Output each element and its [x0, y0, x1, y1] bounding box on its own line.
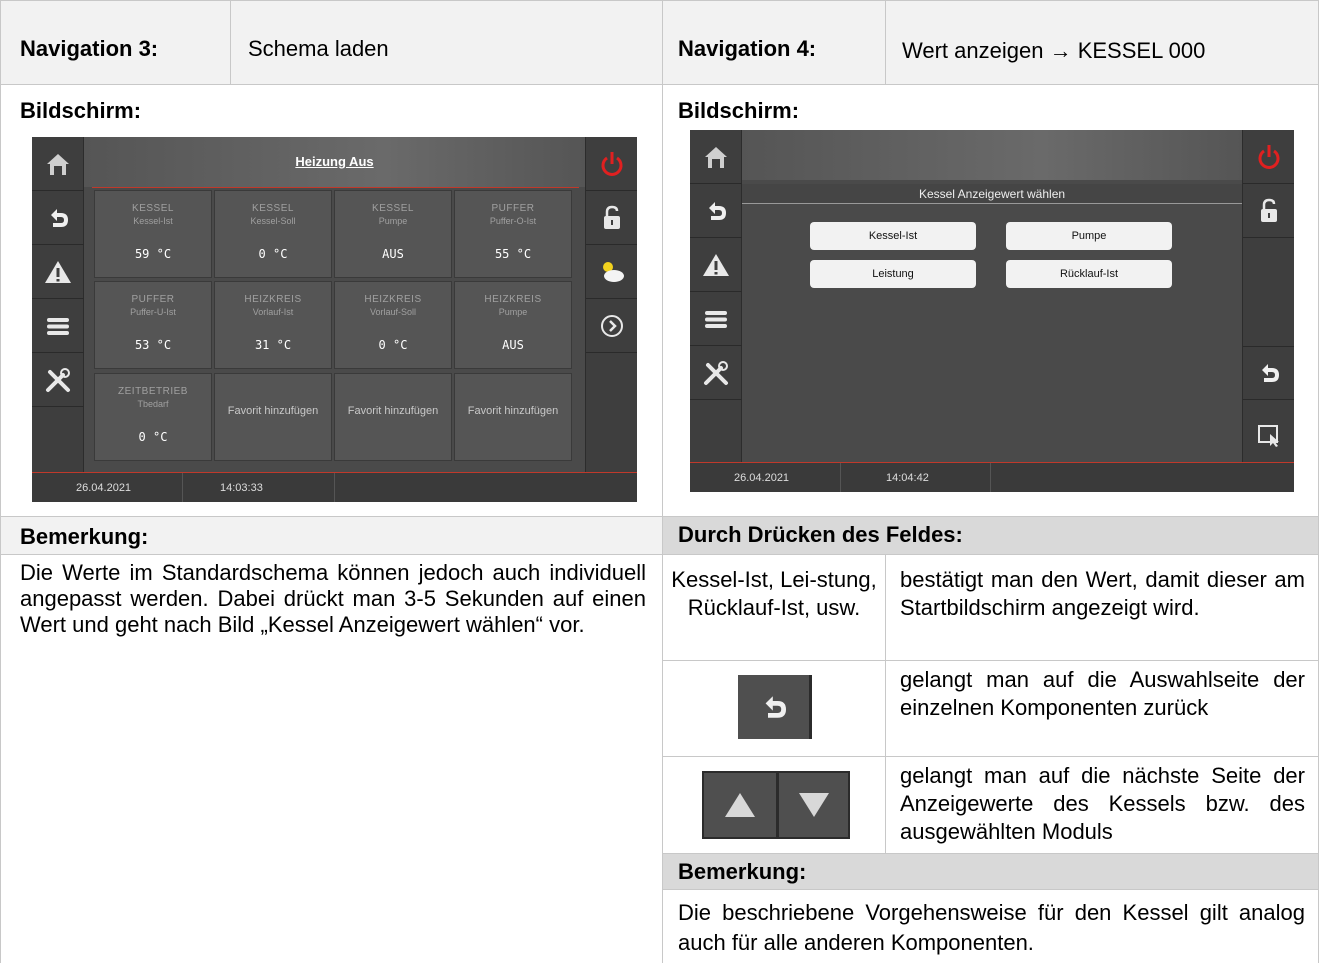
- next-circle-icon[interactable]: [586, 299, 637, 353]
- warning-icon[interactable]: [32, 245, 84, 299]
- back-icon: [765, 696, 786, 718]
- right-date: 26.04.2021: [734, 472, 790, 484]
- tile-favorit-1[interactable]: Favorit hinzufügen: [214, 373, 332, 461]
- back-button-sample: [738, 675, 812, 739]
- tile-kessel-pumpe[interactable]: KESSEL Pumpe AUS: [334, 190, 452, 278]
- choice-pumpe[interactable]: Pumpe: [1006, 222, 1172, 250]
- home-icon[interactable]: [32, 137, 84, 191]
- right-screen-label: Bildschirm:: [678, 98, 800, 123]
- row3-right: gelangt man auf die nächste Seite der An…: [900, 763, 1305, 844]
- back-icon[interactable]: [690, 184, 742, 238]
- back-icon[interactable]: [32, 191, 84, 245]
- tile-puffer-u-ist[interactable]: PUFFER Puffer-U-Ist 53 °C: [94, 281, 212, 369]
- arrow-down-icon: [799, 793, 829, 817]
- left-screen-title: Heizung Aus: [295, 154, 374, 169]
- tile-kessel-soll[interactable]: KESSEL Kessel-Soll 0 °C: [214, 190, 332, 278]
- right-title-bar: [742, 130, 1242, 180]
- left-remark-label: Bemerkung:: [20, 524, 149, 549]
- row1-right: bestätigt man den Wert, damit dieser am …: [900, 567, 1305, 620]
- row1-left: Kessel-Ist, Lei-stung, Rücklauf-Ist, usw…: [671, 567, 877, 620]
- press-label: Durch Drücken des Feldes:: [678, 522, 963, 547]
- left-time: 14:03:33: [220, 482, 263, 494]
- tile-zeitbetrieb[interactable]: ZEITBETRIEB Tbedarf 0 °C: [94, 373, 212, 461]
- nav4-label: Navigation 4:: [678, 36, 817, 61]
- left-device-screen: Heizung Aus KESSEL Kessel-Ist 59 °C KESSEL…: [32, 137, 637, 502]
- right-device-screen: Kessel Anzeigewert wählen Kessel-Ist Pum…: [690, 130, 1294, 492]
- nav4-value: Wert anzeigen: [902, 38, 1044, 63]
- nav4-value-line: Wert anzeigen → KESSEL 000: [902, 38, 1205, 64]
- nav3-label: Navigation 3:: [20, 36, 159, 61]
- right-screen-title: Kessel Anzeigewert wählen: [918, 187, 1066, 201]
- tile-kessel-ist[interactable]: KESSEL Kessel-Ist 59 °C: [94, 190, 212, 278]
- tile-favorit-2[interactable]: Favorit hinzufügen: [334, 373, 452, 461]
- tile-hk-pumpe[interactable]: HEIZKREIS Pumpe AUS: [454, 281, 572, 369]
- return-icon[interactable]: [1243, 346, 1294, 400]
- right-remark-text: Die beschriebene Vorgehensweise für den …: [678, 900, 1305, 955]
- arrow-buttons-sample: [702, 771, 850, 839]
- home-icon[interactable]: [690, 130, 742, 184]
- left-sidebar: [32, 137, 84, 472]
- right-status-bar: 26.04.2021 14:04:42: [690, 462, 1294, 492]
- left-date: 26.04.2021: [76, 482, 132, 494]
- right-left-sidebar: [690, 130, 742, 462]
- tile-vorlauf-soll[interactable]: HEIZKREIS Vorlauf-Soll 0 °C: [334, 281, 452, 369]
- tools-icon[interactable]: [32, 353, 84, 407]
- power-icon[interactable]: [586, 137, 637, 191]
- left-status-bar: 26.04.2021 14:03:33: [32, 472, 637, 502]
- tile-vorlauf-ist[interactable]: HEIZKREIS Vorlauf-Ist 31 °C: [214, 281, 332, 369]
- tile-puffer-o-ist[interactable]: PUFFER Puffer-O-Ist 55 °C: [454, 190, 572, 278]
- choice-kessel-ist[interactable]: Kessel-Ist: [810, 222, 976, 250]
- warning-icon[interactable]: [690, 238, 742, 292]
- choice-ruecklauf-ist[interactable]: Rücklauf-Ist: [1006, 260, 1172, 288]
- weather-icon[interactable]: [586, 245, 637, 299]
- right-remark-label: Bemerkung:: [678, 859, 807, 884]
- tools-icon[interactable]: [690, 346, 742, 400]
- tile-favorit-3[interactable]: Favorit hinzufügen: [454, 373, 572, 461]
- menu-icon[interactable]: [690, 292, 742, 346]
- menu-icon[interactable]: [32, 299, 84, 353]
- touch-select-icon[interactable]: [1243, 408, 1294, 462]
- left-right-sidebar: [585, 137, 637, 472]
- choice-leistung[interactable]: Leistung: [810, 260, 976, 288]
- nav4-target: KESSEL 000: [1077, 38, 1206, 63]
- arrow-right-icon: →: [1049, 38, 1072, 63]
- nav3-value: Schema laden: [248, 36, 389, 61]
- right-time: 14:04:42: [886, 472, 929, 484]
- arrow-up-icon: [725, 793, 755, 817]
- power-icon[interactable]: [1243, 130, 1294, 184]
- left-remark-text: Die Werte im Standardschema können jedoc…: [20, 560, 646, 637]
- right-right-sidebar: [1242, 130, 1294, 462]
- unlock-icon[interactable]: [586, 191, 637, 245]
- unlock-icon[interactable]: [1243, 184, 1294, 238]
- row2-right: gelangt man auf die Auswahlseite der ein…: [900, 667, 1305, 720]
- left-screen-label: Bildschirm:: [20, 98, 142, 123]
